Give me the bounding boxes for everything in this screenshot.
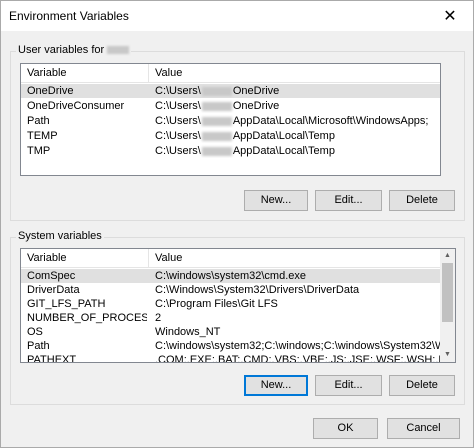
variable-name: TMP xyxy=(27,145,51,157)
user-list-header: Variable Value xyxy=(21,64,440,83)
table-row[interactable]: Path C:\windows\system32;C:\windows;C:\wi… xyxy=(21,339,440,353)
variable-value: C:\Users\ OneDrive xyxy=(155,99,440,113)
user-new-label: New... xyxy=(260,194,292,206)
environment-variables-dialog: Environment Variables ✕ User variables f… xyxy=(0,0,474,448)
variable-value: C:\Users\ AppData\Local\Temp xyxy=(155,129,440,143)
variable-name: OS xyxy=(27,326,43,338)
variable-name: TEMP xyxy=(27,130,58,142)
variable-value: C:\Users\ AppData\Local\Microsoft\Windows… xyxy=(155,114,440,128)
value-suffix: AppData\Local\Temp xyxy=(232,130,335,142)
variable-value: .COM;.EXE;.BAT;.CMD;.VBS;.VBE;.JS;.JSE;.… xyxy=(155,354,440,363)
variable-value: 2 xyxy=(155,312,162,324)
close-icon[interactable]: ✕ xyxy=(427,1,473,31)
redacted-username xyxy=(201,116,232,126)
redacted-username xyxy=(201,86,232,96)
variable-name: Path xyxy=(27,340,50,352)
table-row[interactable]: GIT_LFS_PATH C:\Program Files\Git LFS xyxy=(21,297,440,311)
system-col-value[interactable]: Value xyxy=(149,249,440,268)
user-delete-button[interactable]: Delete xyxy=(389,190,455,211)
table-row[interactable]: Path C:\Users\ AppData\Local\Microsoft\Win… xyxy=(21,114,440,128)
system-new-label: New... xyxy=(260,379,292,391)
variable-value: C:\Users\ OneDrive xyxy=(155,84,440,98)
scroll-down-icon[interactable]: ▼ xyxy=(440,348,455,362)
variable-value: C:\Users\ AppData\Local\Temp xyxy=(155,144,440,158)
variable-name: OneDriveConsumer xyxy=(27,100,125,112)
variable-value: C:\windows\system32;C:\windows;C:\window… xyxy=(155,340,440,352)
user-edit-label: Edit... xyxy=(334,194,363,206)
title-bar[interactable]: Environment Variables ✕ xyxy=(1,1,473,31)
variable-name: OneDrive xyxy=(27,85,74,97)
table-row[interactable]: OneDriveConsumer C:\Users\ OneDrive xyxy=(21,99,440,113)
value-prefix: C:\Users\ xyxy=(155,115,201,127)
scroll-up-icon[interactable]: ▲ xyxy=(440,249,455,263)
table-row[interactable]: ComSpec C:\windows\system32\cmd.exe xyxy=(21,269,440,283)
system-edit-button[interactable]: Edit... xyxy=(315,375,382,396)
system-variables-list[interactable]: Variable Value ComSpec C:\windows\system3… xyxy=(20,248,456,363)
variable-value: Windows_NT xyxy=(155,326,221,338)
variable-name: Path xyxy=(27,115,50,127)
value-suffix: OneDrive xyxy=(232,85,280,97)
system-edit-label: Edit... xyxy=(334,379,363,391)
user-variables-label-text: User variables for xyxy=(18,44,105,56)
window-title: Environment Variables xyxy=(9,9,129,23)
user-new-button[interactable]: New... xyxy=(244,190,308,211)
system-list-header: Variable Value xyxy=(21,249,440,268)
table-row[interactable]: DriverData C:\Windows\System32\Drivers\Dr… xyxy=(21,283,440,297)
ok-button[interactable]: OK xyxy=(313,418,378,439)
variable-value: C:\Program Files\Git LFS xyxy=(155,298,278,310)
system-variables-label: System variables xyxy=(16,230,104,242)
user-col-value[interactable]: Value xyxy=(149,64,440,83)
user-edit-button[interactable]: Edit... xyxy=(315,190,382,211)
user-delete-label: Delete xyxy=(406,194,438,206)
value-prefix: C:\Users\ xyxy=(155,85,201,97)
variable-name: NUMBER_OF_PROCESSORS xyxy=(27,312,147,324)
table-row[interactable]: PATHEXT .COM;.EXE;.BAT;.CMD;.VBS;.VBE;.JS… xyxy=(21,353,440,363)
system-delete-button[interactable]: Delete xyxy=(389,375,455,396)
system-delete-label: Delete xyxy=(406,379,438,391)
redacted-username xyxy=(201,146,232,156)
cancel-button[interactable]: Cancel xyxy=(387,418,460,439)
user-col-variable[interactable]: Variable xyxy=(21,64,149,83)
cancel-label: Cancel xyxy=(406,422,441,434)
redacted-username xyxy=(201,131,232,141)
variable-value: C:\Windows\System32\Drivers\DriverData xyxy=(155,284,360,296)
variable-name: DriverData xyxy=(27,284,80,296)
variable-value: C:\windows\system32\cmd.exe xyxy=(155,270,306,282)
user-variables-list[interactable]: Variable Value OneDrive C:\Users\ OneDrive… xyxy=(20,63,441,176)
scrollbar-thumb[interactable] xyxy=(442,263,453,322)
system-new-button[interactable]: New... xyxy=(244,375,308,396)
system-list-scrollbar[interactable]: ▲ ▼ xyxy=(440,249,455,362)
table-row[interactable]: OS Windows_NT xyxy=(21,325,440,339)
redacted-username xyxy=(107,46,130,55)
value-suffix: OneDrive xyxy=(232,100,280,112)
redacted-username xyxy=(201,101,232,111)
value-prefix: C:\Users\ xyxy=(155,130,201,142)
table-row[interactable]: TMP C:\Users\ AppData\Local\Temp xyxy=(21,144,440,158)
value-prefix: C:\Users\ xyxy=(155,100,201,112)
table-row[interactable]: OneDrive C:\Users\ OneDrive xyxy=(21,84,440,98)
system-col-variable[interactable]: Variable xyxy=(21,249,149,268)
ok-label: OK xyxy=(337,422,354,434)
value-prefix: C:\Users\ xyxy=(155,145,201,157)
variable-name: ComSpec xyxy=(27,270,76,282)
table-row[interactable]: TEMP C:\Users\ AppData\Local\Temp xyxy=(21,129,440,143)
value-suffix: AppData\Local\Microsoft\WindowsApps; xyxy=(232,115,429,127)
variable-name: GIT_LFS_PATH xyxy=(27,298,106,310)
table-row[interactable]: NUMBER_OF_PROCESSORS 2 xyxy=(21,311,440,325)
value-suffix: AppData\Local\Temp xyxy=(232,145,335,157)
variable-name: PATHEXT xyxy=(27,354,77,363)
user-variables-label: User variables for xyxy=(16,44,132,56)
